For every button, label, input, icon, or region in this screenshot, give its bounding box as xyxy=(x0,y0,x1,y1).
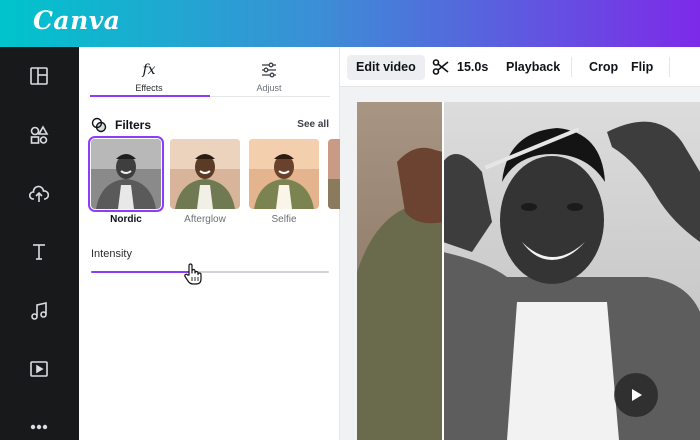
playback-button[interactable]: Playback xyxy=(506,55,560,80)
scissors-icon[interactable] xyxy=(432,58,450,76)
editor-toolbar: Edit video 15.0s Playback Crop Flip xyxy=(340,47,700,87)
tab-adjust[interactable]: Adjust xyxy=(219,60,319,93)
video-icon[interactable] xyxy=(27,357,51,381)
effects-panel: fx Effects Adjust Filters See all Nordic… xyxy=(79,47,340,440)
hand-cursor-icon xyxy=(184,263,202,285)
toolbar-divider xyxy=(571,57,572,77)
fx-icon: fx xyxy=(142,62,156,78)
filter-thumb-selfie[interactable] xyxy=(249,139,319,209)
text-icon[interactable] xyxy=(27,240,51,264)
see-all-link[interactable]: See all xyxy=(297,119,329,130)
filter-label-afterglow: Afterglow xyxy=(184,214,226,225)
upload-icon[interactable] xyxy=(27,182,51,206)
filter-thumb-afterglow[interactable] xyxy=(170,139,240,209)
canva-logo[interactable]: Canva xyxy=(33,6,121,35)
play-icon xyxy=(632,389,642,401)
filters-title: Filters xyxy=(115,118,152,132)
crop-button[interactable]: Crop xyxy=(589,55,618,80)
top-bar: Canva xyxy=(0,0,700,47)
filter-thumb-next[interactable] xyxy=(328,139,340,209)
tab-adjust-label: Adjust xyxy=(256,83,282,93)
filter-label-selfie: Selfie xyxy=(271,214,297,225)
duration-button[interactable]: 15.0s xyxy=(457,55,488,80)
toolbar-divider xyxy=(669,57,670,77)
filters-header: Filters See all xyxy=(91,116,331,134)
tab-effects[interactable]: fx Effects xyxy=(99,60,199,93)
music-icon[interactable] xyxy=(27,299,51,323)
elements-icon[interactable] xyxy=(27,123,51,147)
flip-button[interactable]: Flip xyxy=(631,55,653,80)
intensity-slider-fill xyxy=(91,271,191,273)
layout-icon[interactable] xyxy=(27,64,51,88)
filter-thumb-nordic[interactable] xyxy=(88,136,164,212)
edit-video-button[interactable]: Edit video xyxy=(347,55,425,80)
left-rail xyxy=(0,47,79,440)
filters-icon xyxy=(91,117,107,133)
intensity-label: Intensity xyxy=(91,248,132,260)
active-tab-indicator xyxy=(90,95,210,97)
play-button[interactable] xyxy=(614,373,658,417)
intensity-slider[interactable] xyxy=(91,271,329,273)
filter-label-nordic: Nordic xyxy=(110,214,142,225)
more-icon[interactable] xyxy=(27,415,51,439)
tab-effects-label: Effects xyxy=(135,83,163,93)
sliders-icon xyxy=(219,60,319,80)
